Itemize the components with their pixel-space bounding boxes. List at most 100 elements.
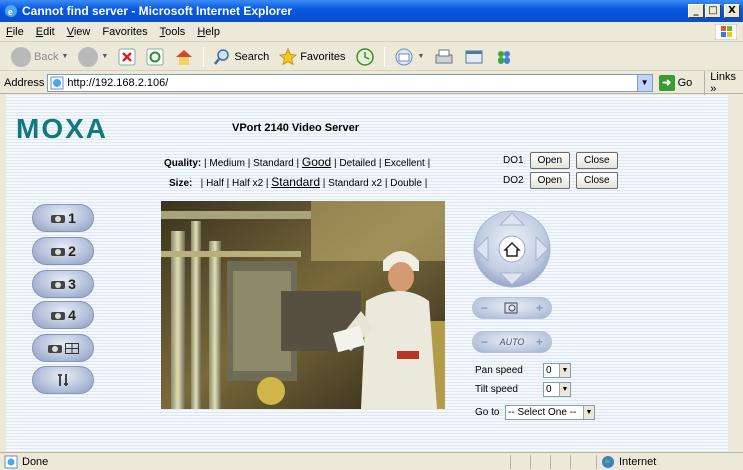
home-icon bbox=[176, 49, 193, 65]
status-bar: Done Internet bbox=[0, 452, 743, 470]
camera-icon bbox=[51, 280, 66, 289]
status-text: Done bbox=[22, 455, 49, 468]
goto-preset-select[interactable]: -- Select One -- ▼ bbox=[505, 405, 595, 420]
back-button[interactable]: Back ▼ bbox=[8, 45, 71, 69]
menu-file[interactable]: File bbox=[0, 26, 30, 38]
quad-view-button[interactable] bbox=[32, 334, 94, 362]
stop-button[interactable] bbox=[115, 45, 139, 69]
do1-controls: DO1 Open Close bbox=[503, 152, 618, 169]
goto-label: Go to bbox=[475, 407, 500, 418]
quality-options: Quality: | Medium | Standard | Good | De… bbox=[164, 155, 431, 169]
print-button[interactable] bbox=[431, 45, 457, 69]
page-icon bbox=[50, 76, 64, 89]
ie-icon: e bbox=[5, 5, 17, 18]
forward-arrow-icon bbox=[78, 46, 99, 67]
do2-label: DO2 bbox=[503, 175, 524, 186]
size-options: Size: | Half | Half x2 | Standard | Stan… bbox=[169, 175, 428, 189]
moxa-logo: MOXA bbox=[16, 113, 108, 144]
home-button[interactable] bbox=[171, 45, 197, 69]
camera-4-button[interactable]: 4 bbox=[32, 301, 94, 329]
do2-open-button[interactable]: Open bbox=[529, 172, 571, 189]
page-title: VPort 2140 Video Server bbox=[232, 122, 359, 134]
menu-view[interactable]: View bbox=[61, 26, 97, 38]
quality-good[interactable]: Good bbox=[302, 155, 331, 169]
messenger-icon bbox=[498, 50, 511, 64]
zoom-out-icon[interactable]: − bbox=[481, 301, 488, 315]
edit-page-icon bbox=[465, 50, 483, 63]
svg-text:e: e bbox=[8, 7, 13, 18]
page-done-icon bbox=[4, 455, 18, 468]
camera-icon bbox=[48, 344, 62, 353]
history-button[interactable] bbox=[352, 45, 378, 69]
messenger-button[interactable] bbox=[491, 45, 517, 69]
dropdown-arrow-icon: ▼ bbox=[559, 364, 570, 377]
focus-plus-icon[interactable]: + bbox=[536, 335, 543, 349]
window-title: Cannot find server - Microsoft Internet … bbox=[22, 4, 293, 18]
search-icon bbox=[214, 48, 230, 65]
size-half-x2[interactable]: Half x2 bbox=[232, 178, 263, 189]
tilt-speed-label: Tilt speed bbox=[475, 384, 518, 395]
camera-icon bbox=[51, 311, 66, 320]
menu-favorites[interactable]: Favorites bbox=[96, 26, 153, 38]
do1-label: DO1 bbox=[503, 155, 524, 166]
maximize-button[interactable]: □ bbox=[705, 4, 721, 18]
windows-flag-icon bbox=[715, 24, 737, 40]
forward-button[interactable]: ▼ bbox=[75, 45, 111, 69]
printer-icon bbox=[435, 49, 453, 63]
do2-close-button[interactable]: Close bbox=[576, 172, 618, 189]
address-bar: Address http://192.168.2.106/ ▼ ➜ Go Lin… bbox=[0, 70, 743, 95]
size-standard[interactable]: Standard bbox=[271, 175, 320, 189]
back-arrow-icon bbox=[11, 46, 31, 67]
address-input[interactable]: http://192.168.2.106/ ▼ bbox=[47, 73, 653, 92]
address-dropdown-icon[interactable]: ▼ bbox=[636, 74, 652, 91]
dropdown-arrow-icon: ▼ bbox=[583, 406, 594, 419]
size-double[interactable]: Double bbox=[390, 178, 422, 189]
refresh-button[interactable] bbox=[143, 45, 167, 69]
stop-icon bbox=[118, 48, 136, 65]
quality-excellent[interactable]: Excellent bbox=[384, 158, 425, 169]
quality-medium[interactable]: Medium bbox=[209, 158, 245, 169]
tools-icon bbox=[58, 374, 68, 386]
quality-detailed[interactable]: Detailed bbox=[339, 158, 376, 169]
close-button[interactable]: X bbox=[724, 4, 740, 18]
camera-3-button[interactable]: 3 bbox=[32, 270, 94, 298]
quality-standard[interactable]: Standard bbox=[253, 158, 294, 169]
video-stream bbox=[161, 201, 445, 409]
zoom-in-icon[interactable]: + bbox=[536, 301, 543, 315]
vertical-scrollbar[interactable] bbox=[728, 95, 743, 451]
settings-button[interactable] bbox=[32, 366, 94, 394]
pan-speed-select[interactable]: 0 ▼ bbox=[543, 363, 571, 378]
do2-controls: DO2 Open Close bbox=[503, 172, 618, 189]
size-half[interactable]: Half bbox=[206, 178, 224, 189]
tilt-speed-select[interactable]: 0 ▼ bbox=[543, 382, 571, 397]
menu-help[interactable]: Help bbox=[191, 26, 226, 38]
camera-icon bbox=[51, 214, 66, 223]
minimize-button[interactable]: _ bbox=[688, 4, 704, 18]
mail-button[interactable]: ▼ bbox=[391, 45, 427, 69]
mail-icon bbox=[395, 48, 413, 65]
menu-tools[interactable]: Tools bbox=[154, 26, 192, 38]
menu-bar: File Edit View Favorites Tools Help bbox=[0, 22, 743, 42]
zoom-control[interactable]: − + bbox=[472, 297, 552, 319]
focus-minus-icon[interactable]: − bbox=[481, 335, 488, 349]
zoom-magnifier-icon bbox=[504, 302, 518, 314]
go-button[interactable]: ➜ Go bbox=[658, 74, 692, 91]
favorites-button[interactable]: Favorites bbox=[276, 45, 348, 69]
globe-icon bbox=[602, 455, 614, 468]
do1-open-button[interactable]: Open bbox=[529, 152, 571, 169]
go-arrow-icon: ➜ bbox=[658, 74, 675, 91]
toolbar: Back ▼ ▼ Search Favorites ▼ bbox=[0, 43, 743, 71]
size-standard-x2[interactable]: Standard x2 bbox=[328, 178, 382, 189]
search-button[interactable]: Search bbox=[210, 45, 272, 69]
auto-focus-icon: AUTO bbox=[499, 337, 525, 347]
edit-button[interactable] bbox=[461, 45, 487, 69]
links-button[interactable]: Links » bbox=[704, 70, 743, 95]
ptz-direction-pad[interactable] bbox=[472, 209, 552, 289]
camera-1-button[interactable]: 1 bbox=[32, 204, 94, 232]
camera-2-button[interactable]: 2 bbox=[32, 237, 94, 265]
do1-close-button[interactable]: Close bbox=[576, 152, 618, 169]
auto-focus-control[interactable]: − AUTO + bbox=[472, 331, 552, 353]
refresh-icon bbox=[146, 48, 164, 65]
menu-edit[interactable]: Edit bbox=[30, 26, 61, 38]
address-label: Address bbox=[4, 76, 45, 89]
